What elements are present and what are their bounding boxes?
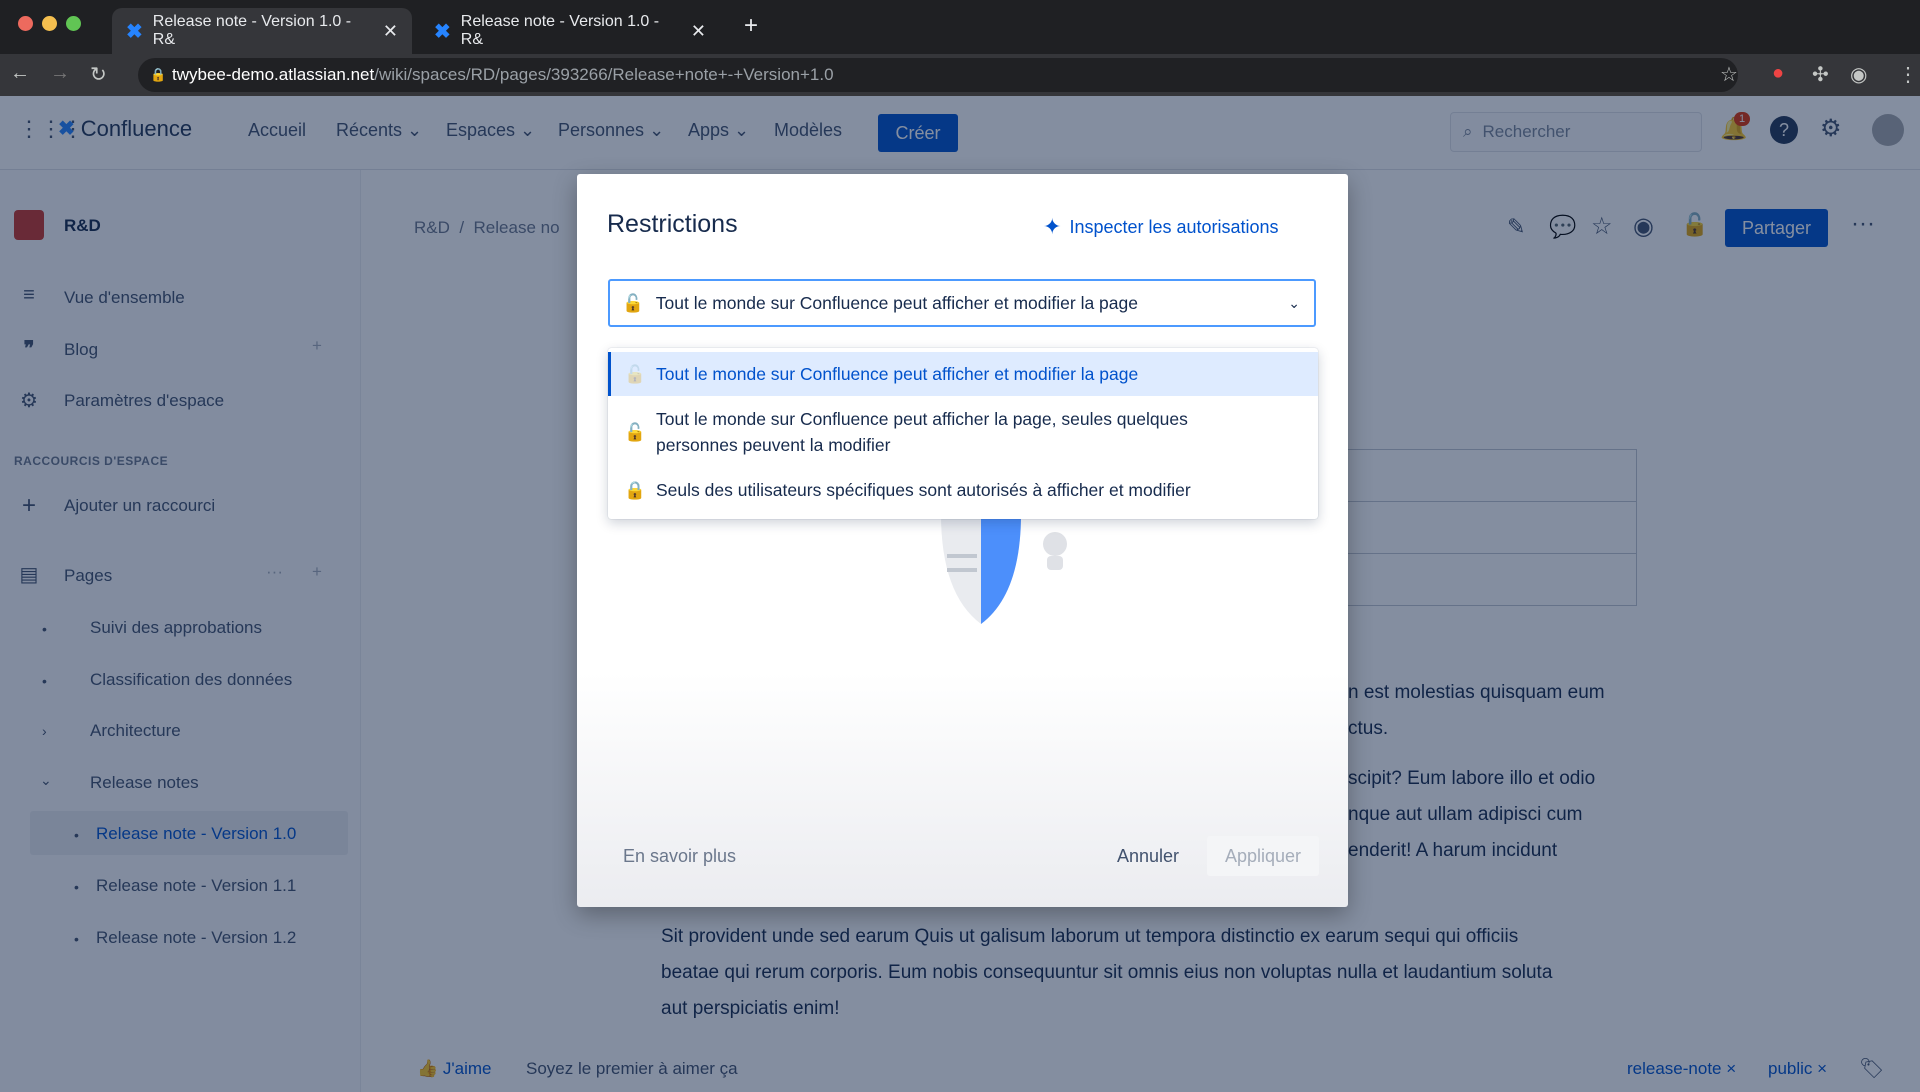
unlock-icon: 🔓 bbox=[624, 422, 646, 442]
unlock-icon: 🔓 bbox=[622, 292, 644, 313]
sparkle-icon: ✦ bbox=[1043, 214, 1062, 239]
inspect-label: Inspecter les autorisations bbox=[1069, 216, 1279, 237]
close-tab-icon[interactable]: ✕ bbox=[383, 21, 398, 42]
selected-value: Tout le monde sur Confluence peut affich… bbox=[655, 292, 1138, 313]
bookmark-star-icon[interactable]: ☆ bbox=[1720, 62, 1738, 87]
restriction-options-menu: 🔓 Tout le monde sur Confluence peut affic… bbox=[608, 348, 1318, 519]
browser-tab-bar: ✖ Release note - Version 1.0 - R& ✕ ✖ Relea… bbox=[0, 0, 1920, 54]
option-label: Tout le monde sur Confluence peut affich… bbox=[656, 409, 1188, 455]
reload-icon[interactable]: ↻ bbox=[90, 62, 107, 87]
browser-tab[interactable]: ✖ Release note - Version 1.0 - R& ✕ bbox=[112, 8, 412, 54]
browser-menu-icon[interactable]: ⋮ bbox=[1898, 62, 1918, 87]
chevron-down-icon: ⌄ bbox=[1288, 294, 1300, 311]
restrictions-dialog: Restrictions ✦ Inspecter les autorisation… bbox=[577, 174, 1348, 907]
confluence-icon: ✖ bbox=[126, 20, 143, 43]
tab-title: Release note - Version 1.0 - R& bbox=[152, 13, 352, 48]
maximize-window-button[interactable] bbox=[66, 16, 81, 31]
restrictions-illustration bbox=[941, 514, 1067, 624]
tab-title: Release note - Version 1.0 - R& bbox=[460, 13, 660, 48]
back-icon[interactable]: ← bbox=[10, 62, 30, 85]
learn-more-link[interactable]: En savoir plus bbox=[623, 846, 736, 867]
apply-button[interactable]: Appliquer bbox=[1207, 836, 1319, 876]
inspect-permissions-link[interactable]: ✦ Inspecter les autorisations bbox=[1043, 214, 1279, 240]
close-tab-icon[interactable]: ✕ bbox=[691, 21, 706, 42]
extension-icon[interactable]: ● bbox=[1772, 62, 1784, 85]
restriction-option[interactable]: 🔒 Seuls des utilisateurs spécifiques sont… bbox=[608, 468, 1318, 512]
minimize-window-button[interactable] bbox=[42, 16, 57, 31]
option-label: Seuls des utilisateurs spécifiques sont … bbox=[656, 480, 1191, 500]
confluence-icon: ✖ bbox=[434, 20, 451, 43]
restriction-select[interactable]: 🔓 Tout le monde sur Confluence peut affic… bbox=[608, 279, 1316, 327]
url-host: twybee-demo.atlassian.net bbox=[172, 65, 375, 84]
address-bar-row: ← → ↻ 🔒 twybee-demo.atlassian.net/wiki/sp… bbox=[0, 54, 1920, 96]
lock-icon: 🔒 bbox=[624, 480, 646, 500]
extensions-puzzle-icon[interactable]: ✣ bbox=[1812, 62, 1829, 87]
restriction-option[interactable]: 🔓 Tout le monde sur Confluence peut affic… bbox=[608, 400, 1318, 464]
restriction-option[interactable]: 🔓 Tout le monde sur Confluence peut affic… bbox=[608, 352, 1318, 396]
new-tab-button[interactable]: + bbox=[744, 12, 758, 40]
option-label: Tout le monde sur Confluence peut affich… bbox=[656, 364, 1139, 384]
cancel-button[interactable]: Annuler bbox=[1117, 846, 1179, 867]
forward-icon[interactable]: → bbox=[50, 62, 70, 85]
unlock-icon: 🔓 bbox=[624, 364, 646, 384]
profile-avatar[interactable]: ◉ bbox=[1850, 62, 1867, 87]
browser-tab[interactable]: ✖ Release note - Version 1.0 - R& ✕ bbox=[420, 8, 720, 54]
lock-icon: 🔒 bbox=[150, 67, 167, 82]
url-path: /wiki/spaces/RD/pages/393266/Release+not… bbox=[374, 65, 834, 84]
dialog-title: Restrictions bbox=[607, 210, 738, 238]
url-input[interactable]: 🔒 twybee-demo.atlassian.net/wiki/spaces/R… bbox=[138, 58, 1738, 92]
close-window-button[interactable] bbox=[18, 16, 33, 31]
